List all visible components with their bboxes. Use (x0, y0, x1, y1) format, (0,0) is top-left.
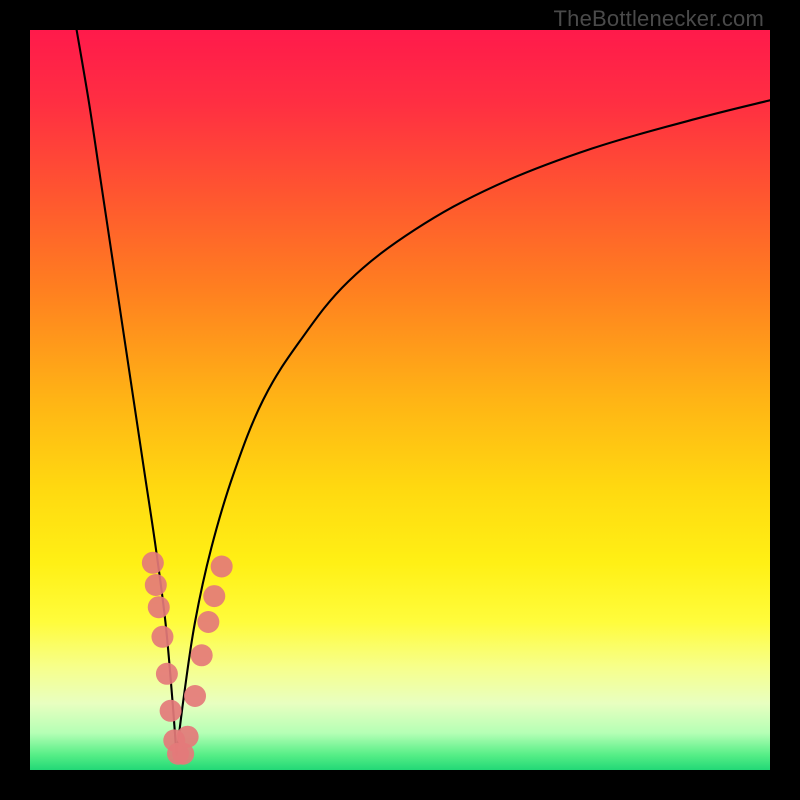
chart-frame: TheBottlenecker.com (0, 0, 800, 800)
bottleneck-curve-right-branch (177, 100, 770, 755)
data-marker (184, 685, 206, 707)
watermark-text: TheBottlenecker.com (554, 6, 764, 32)
data-marker (145, 574, 167, 596)
data-marker (142, 552, 164, 574)
data-marker (148, 596, 170, 618)
plot-area (30, 30, 770, 770)
data-marker (151, 626, 173, 648)
data-marker (177, 726, 199, 748)
data-marker (191, 644, 213, 666)
curve-layer (30, 30, 770, 770)
data-marker (211, 556, 233, 578)
data-marker (203, 585, 225, 607)
data-marker (160, 700, 182, 722)
data-marker (197, 611, 219, 633)
data-marker (156, 663, 178, 685)
